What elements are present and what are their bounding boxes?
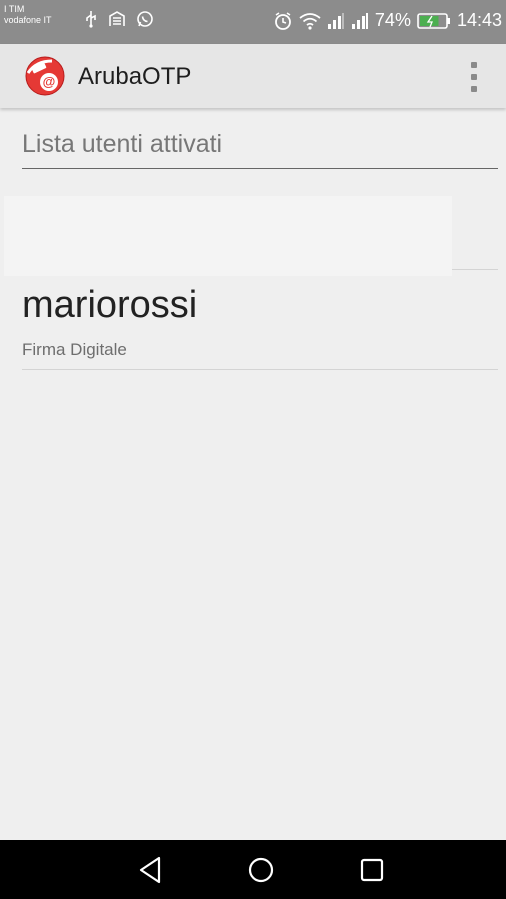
app-title: ArubaOTP	[78, 63, 192, 90]
carrier-secondary: vodafone IT	[4, 15, 52, 25]
clock: 14:43	[456, 10, 502, 30]
navigation-bar	[0, 840, 506, 899]
signal-icon	[351, 12, 369, 30]
home-icon[interactable]	[245, 854, 277, 886]
screen: I TIM vodafone IT 74% 14:43 @ ArubaOTP L…	[0, 0, 506, 899]
alarm-icon	[273, 11, 293, 31]
status-right-icons: 74% 14:43	[273, 10, 502, 31]
status-left-icons	[84, 10, 154, 33]
redacted-area	[4, 196, 452, 276]
carrier-info: I TIM vodafone IT	[4, 4, 52, 26]
user-name: mariorossi	[22, 284, 198, 326]
list-item[interactable]: mariorossi Firma Digitale	[22, 282, 498, 370]
list-divider	[22, 369, 498, 370]
overflow-menu-icon[interactable]	[464, 62, 484, 92]
section-title: Lista utenti attivati	[22, 130, 223, 158]
aruba-otp-logo-icon: @	[24, 55, 66, 97]
carrier-primary: I TIM	[4, 4, 25, 14]
signal-icon	[327, 12, 345, 30]
usb-icon	[84, 10, 98, 33]
whatsapp-icon	[136, 10, 154, 33]
wifi-icon	[299, 12, 321, 30]
status-bar: I TIM vodafone IT 74% 14:43	[0, 0, 506, 44]
parking-icon	[108, 10, 126, 33]
recent-apps-icon[interactable]	[356, 854, 388, 886]
user-service: Firma Digitale	[22, 340, 127, 359]
battery-charging-icon	[417, 12, 451, 30]
section-divider	[22, 168, 498, 169]
app-bar: @ ArubaOTP	[0, 44, 506, 108]
svg-text:@: @	[43, 74, 56, 89]
back-icon[interactable]	[134, 854, 166, 886]
battery-percent: 74%	[374, 10, 411, 30]
